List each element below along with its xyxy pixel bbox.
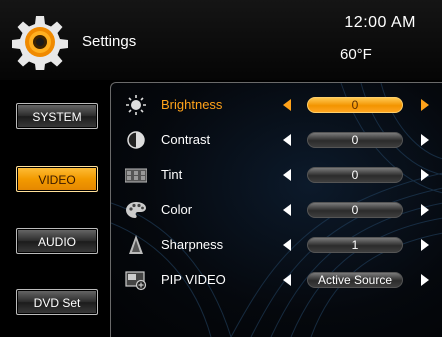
setting-value: 0 xyxy=(307,132,403,148)
setting-label: Tint xyxy=(161,167,183,182)
setting-value: 0 xyxy=(307,202,403,218)
brightness-icon xyxy=(126,95,146,115)
setting-row-tint[interactable]: Tint 0 xyxy=(111,158,442,192)
setting-value: Active Source xyxy=(307,272,403,288)
setting-label: Brightness xyxy=(161,97,223,112)
setting-label: PIP VIDEO xyxy=(161,272,226,287)
setting-row-sharpness[interactable]: Sharpness 1 xyxy=(111,228,442,262)
setting-label: Sharpness xyxy=(161,237,224,252)
settings-gear-icon xyxy=(12,16,68,70)
increase-arrow-icon[interactable] xyxy=(421,204,429,216)
setting-row-color[interactable]: Color 0 xyxy=(111,193,442,227)
increase-arrow-icon[interactable] xyxy=(421,169,429,181)
setting-label: Color xyxy=(161,202,193,217)
sidebar-button-system[interactable]: SYSTEM xyxy=(16,103,98,129)
video-settings-panel: Brightness 0 Contrast 0 Tint 0 Color 0 S… xyxy=(110,82,442,337)
sidebar-button-video[interactable]: VIDEO xyxy=(16,166,98,192)
sharpness-icon xyxy=(129,235,143,254)
setting-row-brightness[interactable]: Brightness 0 xyxy=(111,88,442,122)
sidebar-button-audio[interactable]: AUDIO xyxy=(16,228,98,254)
setting-row-pip-video[interactable]: PIP VIDEO Active Source xyxy=(111,263,442,297)
decrease-arrow-icon[interactable] xyxy=(283,239,291,251)
increase-arrow-icon[interactable] xyxy=(421,99,429,111)
decrease-arrow-icon[interactable] xyxy=(283,99,291,111)
decrease-arrow-icon[interactable] xyxy=(283,274,291,286)
increase-arrow-icon[interactable] xyxy=(421,239,429,251)
increase-arrow-icon[interactable] xyxy=(421,274,429,286)
header-bar: Settings 12:00 AM 60°F xyxy=(0,0,442,80)
tint-icon xyxy=(125,168,147,183)
increase-arrow-icon[interactable] xyxy=(421,134,429,146)
color-palette-icon xyxy=(126,202,146,218)
temperature: 60°F xyxy=(340,46,372,63)
setting-row-contrast[interactable]: Contrast 0 xyxy=(111,123,442,157)
decrease-arrow-icon[interactable] xyxy=(283,169,291,181)
setting-label: Contrast xyxy=(161,132,211,147)
pip-video-icon xyxy=(125,271,147,291)
setting-value: 0 xyxy=(307,97,403,113)
setting-value: 1 xyxy=(307,237,403,253)
setting-value: 0 xyxy=(307,167,403,183)
contrast-icon xyxy=(127,131,145,149)
decrease-arrow-icon[interactable] xyxy=(283,134,291,146)
sidebar-button-dvd-set[interactable]: DVD Set xyxy=(16,289,98,315)
decrease-arrow-icon[interactable] xyxy=(283,204,291,216)
app-title: Settings xyxy=(82,33,137,50)
clock: 12:00 AM xyxy=(344,14,416,31)
